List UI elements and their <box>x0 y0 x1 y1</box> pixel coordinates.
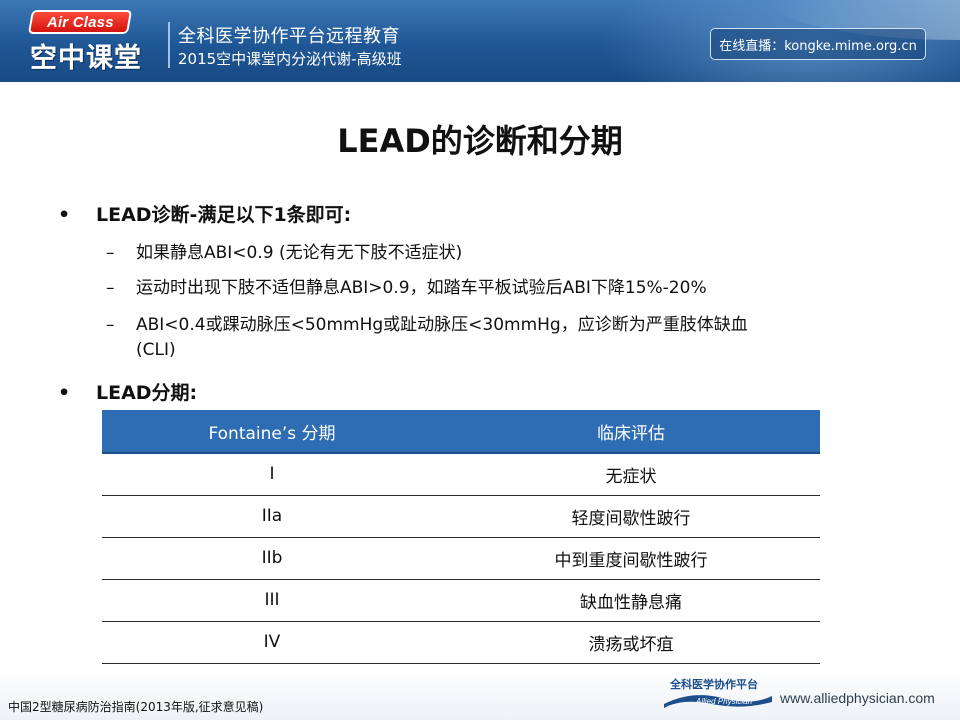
table-row: IIa 轻度间歇性跛行 <box>102 495 820 538</box>
partner-en-text: Allied Physician <box>695 697 753 706</box>
header-clinical-assessment: 临床评估 <box>442 410 820 454</box>
table-row: IIb 中到重度间歇性跛行 <box>102 537 820 580</box>
cell-assessment: 无症状 <box>442 453 820 496</box>
sub-item-text: 运动时出现下肢不适但静息ABI>0.9，如踏车平板试验后ABI下降15%-20% <box>136 278 707 298</box>
sub-item-text: ABI<0.4或踝动脉压<50mmHg或趾动脉压<30mmHg，应诊断为严重肢体… <box>136 315 748 335</box>
sub-dash: – <box>106 315 115 335</box>
footnote-source: 中国2型糖尿病防治指南(2013年版,征求意见稿) <box>8 700 264 714</box>
cell-assessment: 缺血性静息痛 <box>442 579 820 622</box>
logo-cn-text: 空中课堂 <box>30 43 142 74</box>
header-banner: Air Class 空中课堂 全科医学协作平台远程教育 2015空中课堂内分泌代… <box>0 0 960 82</box>
sub-item-text: 如果静息ABI<0.9 (无论有无下肢不适症状) <box>136 243 463 263</box>
air-class-logo: Air Class 空中课堂 <box>8 6 158 76</box>
bullet-diagnosis-text: LEAD诊断-满足以下1条即可: <box>96 204 352 226</box>
bullet-staging-text: LEAD分期: <box>96 382 198 404</box>
slide-title: LEAD的诊断和分期 <box>337 122 623 160</box>
bullet-staging: • LEAD分期: <box>58 378 197 405</box>
sub-item-continuation: (CLI) <box>136 340 176 360</box>
cell-assessment: 轻度间歇性跛行 <box>442 495 820 538</box>
header-course-title: 2015空中课堂内分泌代谢-高级班 <box>178 50 402 68</box>
cell-assessment: 溃疡或坏疽 <box>442 621 820 664</box>
partner-website-link[interactable]: www.alliedphysician.com <box>780 690 935 706</box>
allied-physician-wave-icon: Allied Physician <box>664 695 772 708</box>
logo-en-text: Air Class <box>46 13 114 31</box>
cell-stage: IV <box>102 621 442 664</box>
sub-dash: – <box>106 278 115 298</box>
fontaine-staging-table: Fontaine’s 分期 临床评估 I 无症状 IIa 轻度间歇性跛行 IIb… <box>102 410 820 664</box>
bullet-dot: • <box>58 382 71 404</box>
header-fontaine-stage: Fontaine’s 分期 <box>102 410 442 454</box>
sub-item: – ABI<0.4或踝动脉压<50mmHg或趾动脉压<30mmHg，应诊断为严重肢… <box>106 310 748 335</box>
cell-stage: I <box>102 453 442 496</box>
allied-physician-logo: 全科医学协作平台 Allied Physician <box>662 676 774 712</box>
bullet-dot: • <box>58 204 71 226</box>
table-row: I 无症状 <box>102 453 820 496</box>
sub-item: – 运动时出现下肢不适但静息ABI>0.9，如踏车平板试验后ABI下降15%-20… <box>106 273 707 298</box>
cell-assessment: 中到重度间歇性跛行 <box>442 537 820 580</box>
table-row: IV 溃疡或坏疽 <box>102 621 820 664</box>
cell-stage: IIb <box>102 537 442 580</box>
bullet-diagnosis: • LEAD诊断-满足以下1条即可: <box>58 200 351 227</box>
header-program-title: 全科医学协作平台远程教育 <box>178 26 400 47</box>
table-row: III 缺血性静息痛 <box>102 579 820 622</box>
logo-badge: Air Class <box>27 10 133 34</box>
cell-stage: III <box>102 579 442 622</box>
sub-item: – 如果静息ABI<0.9 (无论有无下肢不适症状) <box>106 238 462 263</box>
sub-dash: – <box>106 243 115 263</box>
cell-stage: IIa <box>102 495 442 538</box>
live-stream-link[interactable]: 在线直播：kongke.mime.org.cn <box>710 28 926 60</box>
table-header-row: Fontaine’s 分期 临床评估 <box>102 410 820 454</box>
header-divider <box>168 22 170 68</box>
